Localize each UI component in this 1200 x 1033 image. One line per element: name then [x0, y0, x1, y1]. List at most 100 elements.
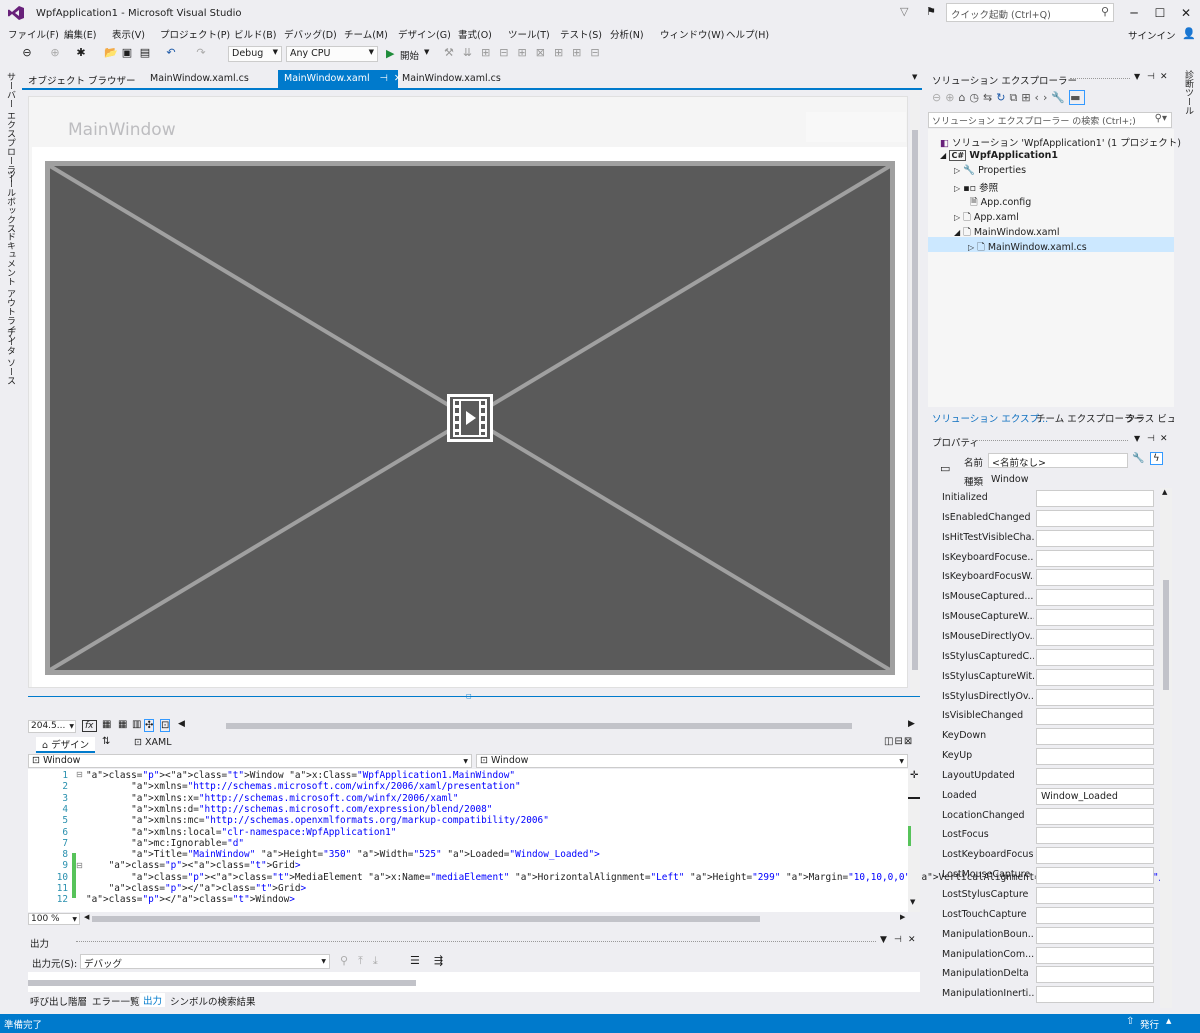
fx-icon[interactable]: fx: [82, 720, 97, 732]
event-handler-input[interactable]: [1036, 847, 1154, 865]
se-preview-icon[interactable]: ▬: [1069, 90, 1086, 105]
code-scroll-down-icon[interactable]: ▼: [910, 898, 915, 906]
menu-item-3[interactable]: プロジェクト(P): [160, 27, 230, 41]
collapsed-arrow-icon[interactable]: ▷: [954, 184, 960, 193]
start-button[interactable]: 開始: [400, 48, 419, 62]
code-line[interactable]: "a">class="p"><"a">class="t">Window "a">…: [86, 770, 515, 781]
tab-output[interactable]: 出力: [140, 993, 166, 1007]
se-close-icon[interactable]: ✕: [1160, 72, 1168, 82]
tree-item-app-config[interactable]: 🗎 App.config: [970, 195, 1031, 211]
publish-button[interactable]: 発行: [1140, 1017, 1159, 1031]
tree-item-mainwindow-xaml-cs[interactable]: ▷ 🗋 MainWindow.xaml.cs: [968, 240, 1087, 256]
output-toolbar-icons[interactable]: ⚲⤒⤓: [340, 954, 388, 968]
event-handler-input[interactable]: [1036, 966, 1154, 984]
event-handler-input[interactable]: [1036, 926, 1154, 944]
platform-select[interactable]: Any CPU ▼: [286, 46, 378, 62]
menu-item-10[interactable]: テスト(S): [560, 27, 602, 41]
code-line[interactable]: "a">xmlns:x="http://schemas.microsoft.co…: [86, 793, 458, 804]
pin-icon[interactable]: ⊣: [380, 73, 388, 84]
se-back-icon[interactable]: ⊖: [932, 91, 945, 104]
artboard-icon[interactable]: ▥: [132, 719, 141, 730]
menu-item-2[interactable]: 表示(V): [112, 27, 145, 41]
event-handler-input[interactable]: [1036, 589, 1154, 607]
new-project-icon[interactable]: ✱: [74, 46, 88, 60]
code-line[interactable]: "a">mc:Ignorable="d": [86, 838, 244, 849]
tree-item-mainwindow-xaml[interactable]: ◢ 🗋 MainWindow.xaml: [954, 225, 1059, 241]
tab-mainwindow-xaml-cs-2[interactable]: MainWindow.xaml.cs: [396, 70, 507, 88]
tab-object-browser[interactable]: オブジェクト ブラウザー: [22, 70, 142, 88]
tree-item-solution[interactable]: ◧ ソリューション 'WpfApplication1' (1 プロジェクト): [940, 135, 1181, 149]
project-code-icon[interactable]: ⊡: [160, 719, 171, 732]
start-dropdown-icon[interactable]: ▼: [424, 48, 429, 56]
code-line[interactable]: "a">class="p"></"a">class="t">Window>: [86, 894, 295, 905]
collapse-window-icon[interactable]: ⊟: [76, 770, 83, 779]
se-sync-icon[interactable]: ⇆: [983, 91, 996, 104]
event-handler-input[interactable]: [1036, 986, 1154, 1004]
properties-view-icon[interactable]: 🔧: [1132, 453, 1144, 464]
se-show-all-icon[interactable]: ⊞: [1021, 91, 1034, 104]
event-handler-input[interactable]: [1036, 748, 1154, 766]
event-handler-input[interactable]: Window_Loaded: [1036, 787, 1154, 805]
word-wrap-icon[interactable]: ⇶: [434, 954, 443, 967]
redo-icon[interactable]: ↷: [194, 46, 208, 60]
code-horizontal-scrollbar[interactable]: [92, 916, 760, 922]
snap-lines-icon[interactable]: ✣: [144, 719, 155, 732]
event-handler-input[interactable]: [1036, 668, 1154, 686]
se-search-input[interactable]: ソリューション エクスプローラー の検索 (Ctrl+;) ⚲▾: [928, 112, 1172, 128]
document-outline-tab[interactable]: ドキュメント アウトライン: [4, 232, 17, 343]
debug-toolbar-icons[interactable]: ⚒⇊⊞⊟⊞⊠⊞⊞⊟: [444, 46, 644, 60]
event-handler-input[interactable]: [1036, 648, 1154, 666]
name-input[interactable]: <名前なし>: [988, 453, 1128, 469]
event-handler-input[interactable]: [1036, 628, 1154, 646]
minimize-button[interactable]: ─: [1120, 4, 1148, 22]
output-dropdown-icon[interactable]: ▼: [880, 935, 887, 945]
back-icon[interactable]: ⊖: [20, 46, 34, 60]
collapsed-arrow-icon[interactable]: ▷: [968, 243, 974, 252]
forward-icon[interactable]: ⊕: [48, 46, 62, 60]
feedback-filter-icon[interactable]: ▽: [900, 5, 908, 18]
code-line[interactable]: "a">class="p"></"a">class="t">Grid>: [86, 883, 307, 894]
output-source-select[interactable]: デバッグ ▼: [80, 954, 330, 970]
save-icon[interactable]: ▣: [120, 46, 134, 60]
scroll-right-icon[interactable]: ▶: [908, 719, 915, 729]
notification-icon[interactable]: ⚑: [926, 5, 936, 18]
editor-zoom-select[interactable]: 100 % ▼: [28, 913, 80, 925]
publish-icon[interactable]: ⇧: [1126, 1016, 1134, 1027]
properties-scrollbar[interactable]: ▲: [1160, 488, 1172, 1008]
menu-item-0[interactable]: ファイル(F): [8, 27, 59, 41]
configuration-select[interactable]: Debug ▼: [228, 46, 282, 62]
event-handler-input[interactable]: [1036, 569, 1154, 587]
code-line[interactable]: "a">Title="MainWindow" "a">Height="350" …: [86, 849, 600, 860]
expanded-arrow-icon[interactable]: ◢: [954, 228, 960, 237]
se-collapse-icon[interactable]: ⧉: [1009, 91, 1021, 104]
se-home-icon[interactable]: ⌂: [958, 91, 969, 104]
menu-item-4[interactable]: ビルド(B): [234, 27, 276, 41]
se-dropdown-icon[interactable]: ▼: [1134, 72, 1140, 81]
tab-error-list[interactable]: エラー一覧: [92, 994, 140, 1008]
tab-class-view[interactable]: クラス ビュー: [1126, 411, 1174, 425]
designer-vertical-scrollbar[interactable]: [910, 90, 920, 690]
tab-mainwindow-xaml[interactable]: MainWindow.xaml ⊣ ✕: [278, 70, 402, 88]
props-dropdown-icon[interactable]: ▼: [1134, 434, 1140, 443]
menu-item-1[interactable]: 編集(E): [64, 27, 96, 41]
data-sources-tab[interactable]: データ ソース: [4, 328, 17, 385]
event-handler-input[interactable]: [1036, 807, 1154, 825]
split-editor-icon[interactable]: ✛: [910, 770, 918, 781]
code-line[interactable]: "a">xmlns="http://schemas.microsoft.com/…: [86, 781, 520, 792]
tab-mainwindow-xaml-cs[interactable]: MainWindow.xaml.cs: [144, 70, 255, 88]
collapsed-arrow-icon[interactable]: ▷: [954, 166, 960, 175]
expanded-arrow-icon[interactable]: ◢: [940, 151, 946, 160]
quick-launch-input[interactable]: クイック起動 (Ctrl+Q) ⚲: [946, 3, 1114, 22]
menu-item-12[interactable]: ウィンドウ(W): [660, 27, 724, 41]
grid-toggle-icon[interactable]: ▦: [102, 719, 111, 730]
tree-item-properties[interactable]: ▷ 🔧 Properties: [954, 165, 1026, 176]
zoom-select[interactable]: 204.5... ▼: [28, 720, 76, 733]
se-refresh-icon[interactable]: ↻: [996, 91, 1009, 104]
code-line[interactable]: "a">xmlns:mc="http://schemas.openxmlform…: [86, 815, 549, 826]
event-handler-input[interactable]: [1036, 946, 1154, 964]
event-handler-input[interactable]: [1036, 609, 1154, 627]
collapse-grid-icon[interactable]: ⊟: [76, 861, 83, 870]
event-handler-input[interactable]: [1036, 728, 1154, 746]
scroll-left-icon[interactable]: ◀: [178, 719, 185, 729]
event-handler-input[interactable]: [1036, 767, 1154, 785]
